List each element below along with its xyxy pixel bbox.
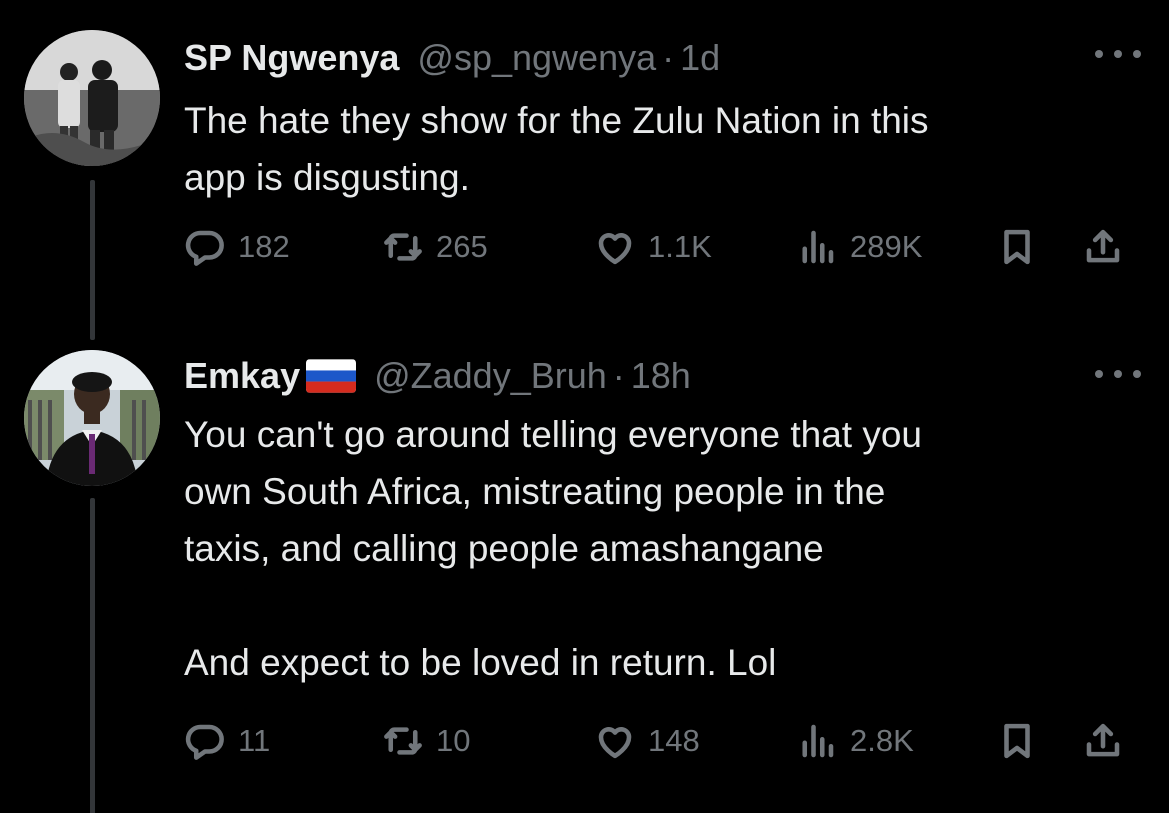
share-icon <box>1086 723 1120 757</box>
tweet[interactable]: SP Ngwenya @sp_ngwenya · 1d The hate the… <box>0 0 1169 340</box>
bookmark-button[interactable] <box>996 720 1038 762</box>
like-button[interactable]: 148 <box>594 720 700 762</box>
reply-count: 182 <box>238 229 290 264</box>
author-name[interactable]: Emkay <box>184 355 300 397</box>
repost-button[interactable]: 265 <box>382 226 488 268</box>
tweet-header: Emkay @Zaddy_Bruh · 18h <box>184 352 691 400</box>
tweet-timestamp[interactable]: 1d <box>680 37 720 79</box>
author-name[interactable]: SP Ngwenya <box>184 37 399 79</box>
thread-connector-line <box>90 498 95 813</box>
separator-dot: · <box>612 355 625 396</box>
tweet-timestamp[interactable]: 18h <box>631 355 691 397</box>
bookmark-icon <box>1004 229 1030 265</box>
more-icon[interactable] <box>1095 44 1141 64</box>
avatar[interactable] <box>24 350 160 486</box>
share-button[interactable] <box>1082 720 1124 762</box>
tweet-text: You can't go around telling everyone tha… <box>184 414 923 683</box>
views-button[interactable]: 2.8K <box>796 720 914 762</box>
reply-button[interactable]: 11 <box>184 720 270 762</box>
like-icon <box>598 233 632 265</box>
thread-connector-line <box>90 180 95 340</box>
repost-button[interactable]: 10 <box>382 720 470 762</box>
repost-icon <box>384 727 422 755</box>
repost-count: 265 <box>436 229 488 264</box>
tweet-header: SP Ngwenya @sp_ngwenya · 1d <box>184 34 720 82</box>
thread: SP Ngwenya @sp_ngwenya · 1d The hate the… <box>0 0 1169 813</box>
tweet-actions: 182 265 1.1K 289K <box>184 222 1141 272</box>
views-button[interactable]: 289K <box>796 226 922 268</box>
reply-count: 11 <box>238 723 271 758</box>
separator-dot: · <box>662 37 675 78</box>
like-count: 1.1K <box>648 229 712 264</box>
repost-count: 10 <box>436 723 471 758</box>
views-count: 289K <box>850 229 923 264</box>
views-icon <box>802 724 834 758</box>
repost-icon <box>384 233 422 261</box>
avatar[interactable] <box>24 30 160 166</box>
bookmark-button[interactable] <box>996 226 1038 268</box>
tweet-actions: 11 10 148 2.8K <box>184 716 1141 766</box>
tweet-text: The hate they show for the Zulu Nation i… <box>184 100 929 198</box>
tweet[interactable]: Emkay @Zaddy_Bruh · 18h You can't go aro… <box>0 330 1169 813</box>
like-icon <box>598 727 632 759</box>
like-count: 148 <box>648 723 700 758</box>
share-icon <box>1086 229 1120 263</box>
russia-flag-icon <box>306 359 357 393</box>
views-count: 2.8K <box>850 723 914 758</box>
reply-icon <box>185 230 224 266</box>
author-handle[interactable]: @sp_ngwenya <box>417 37 656 79</box>
views-icon <box>802 230 834 264</box>
reply-icon <box>185 724 224 760</box>
more-icon[interactable] <box>1095 364 1141 384</box>
share-button[interactable] <box>1082 226 1124 268</box>
author-handle[interactable]: @Zaddy_Bruh <box>374 355 607 397</box>
bookmark-icon <box>1004 723 1030 759</box>
like-button[interactable]: 1.1K <box>594 226 712 268</box>
reply-button[interactable]: 182 <box>184 226 290 268</box>
